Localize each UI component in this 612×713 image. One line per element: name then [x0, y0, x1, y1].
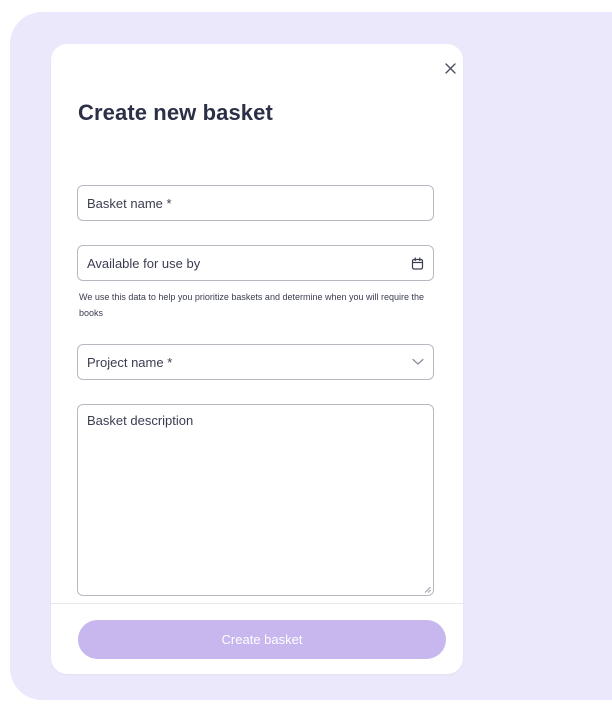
available-by-helper-text: We use this data to help you prioritize … — [79, 292, 425, 318]
available-for-use-by-date-input[interactable]: Available for use by — [77, 245, 434, 281]
calendar-icon[interactable] — [411, 256, 424, 270]
close-icon — [444, 62, 456, 74]
chevron-down-icon — [412, 358, 424, 365]
basket-name-input[interactable]: Basket name * — [77, 185, 434, 221]
basket-name-placeholder: Basket name * — [87, 195, 172, 211]
dialog-title: Create new basket — [78, 100, 273, 125]
footer-divider — [51, 603, 463, 604]
basket-description-placeholder: Basket description — [87, 413, 194, 428]
close-button[interactable] — [442, 60, 458, 76]
project-name-select[interactable]: Project name * — [77, 344, 434, 380]
create-basket-button[interactable]: Create basket — [78, 620, 446, 659]
resize-handle-icon[interactable] — [424, 586, 431, 593]
create-basket-dialog: Create new basket Basket name * Availabl… — [51, 44, 463, 674]
basket-description-textarea[interactable]: Basket description — [77, 404, 434, 596]
available-by-placeholder: Available for use by — [87, 255, 201, 271]
project-name-placeholder: Project name * — [87, 354, 173, 370]
